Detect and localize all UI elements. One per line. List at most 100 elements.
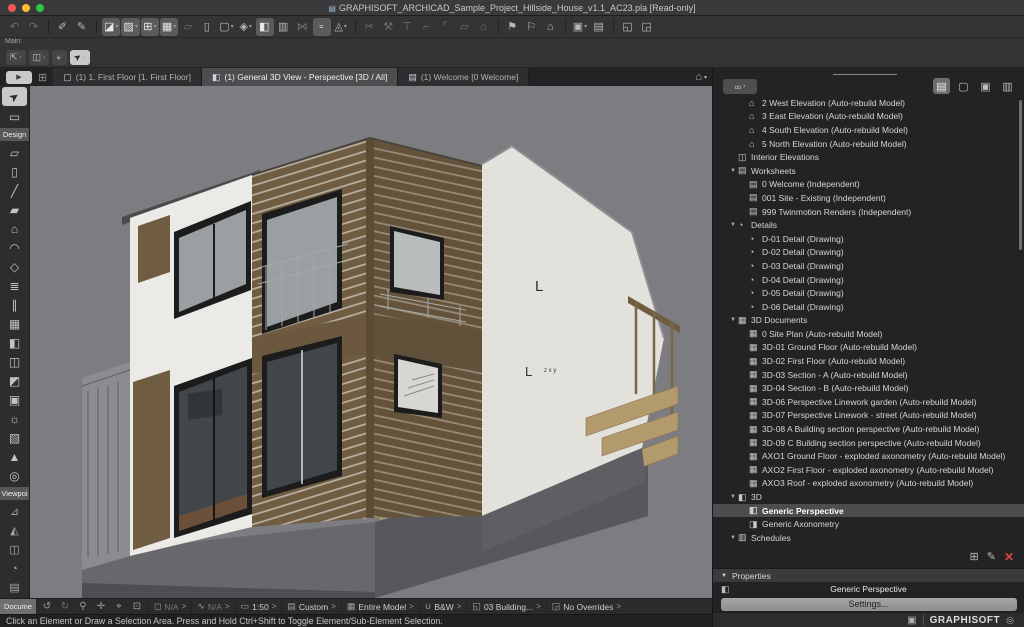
railing-tool[interactable]: ∥ bbox=[0, 295, 29, 314]
tree-item[interactable]: ◔ D-03 Detail (Drawing) bbox=[713, 259, 1024, 273]
expander-icon[interactable]: ▼ bbox=[728, 535, 738, 541]
toolbar-button[interactable] bbox=[613, 20, 614, 34]
elevation-tool[interactable]: ◭ bbox=[0, 521, 29, 540]
marquee-toggle-button[interactable]: ▨▾ bbox=[121, 18, 139, 36]
base-level-icon[interactable]: ⌂ bbox=[475, 18, 493, 36]
quick-option-pen-color[interactable]: ∪B&W> bbox=[419, 601, 467, 613]
window-tool[interactable]: ◫ bbox=[0, 352, 29, 371]
zone-tool[interactable]: ▧ bbox=[0, 428, 29, 447]
column-tool[interactable]: ▯ bbox=[0, 162, 29, 181]
quick-option-line[interactable]: ∿N/A> bbox=[191, 601, 234, 613]
tree-item[interactable]: ▦ AXO3 Roof - exploded axonometry (Auto-… bbox=[713, 477, 1024, 491]
tree-item[interactable]: ▼ ◔ Details bbox=[713, 218, 1024, 232]
tree-item[interactable]: ▦ 3D-03 Section - A (Auto-rebuild Model) bbox=[713, 368, 1024, 382]
document-section-label[interactable]: Docume bbox=[0, 599, 36, 615]
chamfer-icon[interactable]: ⌜ bbox=[437, 18, 455, 36]
quad-view-icon[interactable]: ⊞ bbox=[38, 71, 47, 84]
tree-item[interactable]: ⌂ 3 East Elevation (Auto-rebuild Model) bbox=[713, 110, 1024, 124]
tree-item[interactable]: ◫ Interior Elevations bbox=[713, 150, 1024, 164]
renovation-filter-button[interactable]: ◧ bbox=[256, 18, 274, 36]
lamp-tool[interactable]: ☼ bbox=[0, 409, 29, 428]
tab-first-floor[interactable]: ▢(1) 1. First Floor [1. First Floor] bbox=[53, 68, 202, 86]
tree-item[interactable]: ▤ 001 Site - Existing (Independent) bbox=[713, 191, 1024, 205]
tab-overflow-home-icon[interactable]: ⌂ bbox=[695, 71, 702, 83]
toolbar-button[interactable] bbox=[498, 20, 499, 34]
curtain-wall-tool[interactable]: ▦ bbox=[0, 314, 29, 333]
tree-item[interactable]: ⌂ 5 North Elevation (Auto-rebuild Model) bbox=[713, 137, 1024, 151]
element-snap-icon[interactable]: ▯ bbox=[198, 18, 216, 36]
worksheet-tool[interactable]: ▤ bbox=[0, 578, 29, 597]
quick-option-pen-set[interactable]: ▤Custom> bbox=[281, 601, 340, 613]
toolbar-button[interactable] bbox=[565, 20, 566, 34]
skylight-tool[interactable]: ◩ bbox=[0, 371, 29, 390]
door-tool[interactable]: ◧ bbox=[0, 333, 29, 352]
zoom-icon[interactable]: ⚲ bbox=[74, 598, 92, 614]
tree-item[interactable]: ▦ 3D-01 Ground Floor (Auto-rebuild Model… bbox=[713, 341, 1024, 355]
opening-tool[interactable]: ◎ bbox=[0, 466, 29, 485]
gravity-icon[interactable]: ▱ bbox=[179, 18, 197, 36]
viewpoint-section-label[interactable]: Viewpoi bbox=[0, 487, 29, 500]
tree-item[interactable]: ▦ 3D-04 Section - B (Auto-rebuild Model) bbox=[713, 381, 1024, 395]
undo-icon[interactable]: ↶ bbox=[6, 18, 24, 36]
shell-tool[interactable]: ◠ bbox=[0, 238, 29, 257]
tree-item[interactable]: ▼ ▦ 3D Documents bbox=[713, 314, 1024, 328]
project-map-icon[interactable]: ▤ bbox=[933, 78, 950, 94]
layout-book-icon[interactable]: ▣ bbox=[977, 78, 994, 94]
marquee-area-button[interactable]: ▫ bbox=[313, 18, 331, 36]
tree-scrollbar[interactable] bbox=[1019, 100, 1022, 250]
tree-item[interactable]: ▼ ▥ Schedules bbox=[713, 531, 1024, 545]
toolbar-button[interactable] bbox=[96, 20, 97, 34]
camera-button[interactable]: ▣▾ bbox=[571, 18, 589, 36]
properties-header[interactable]: ▼ Properties bbox=[713, 568, 1024, 582]
tree-item[interactable]: ▼ ◧ 3D bbox=[713, 490, 1024, 504]
tree-item[interactable]: ⌂ 4 South Elevation (Auto-rebuild Model) bbox=[713, 123, 1024, 137]
flag-outline-icon[interactable]: ⚐ bbox=[523, 18, 541, 36]
resize-icon[interactable]: ▱ bbox=[456, 18, 474, 36]
note-icon[interactable]: ✎ bbox=[987, 550, 996, 563]
stair-tool[interactable]: ≣ bbox=[0, 276, 29, 295]
quick-layers-button[interactable]: ⇱› bbox=[6, 50, 26, 65]
close-icon[interactable]: ✕ bbox=[1004, 550, 1014, 564]
pick-up-parameters-icon[interactable]: ✐ bbox=[54, 18, 72, 36]
tree-item[interactable]: ▦ 3D-07 Perspective Linework - street (A… bbox=[713, 409, 1024, 423]
expander-icon[interactable]: ▼ bbox=[728, 222, 738, 228]
publisher-icon[interactable]: ▥ bbox=[999, 78, 1016, 94]
navigator-link-button[interactable]: ∞ › bbox=[723, 79, 757, 94]
ruler-icon[interactable]: ▥ bbox=[275, 18, 293, 36]
save-current-view-icon[interactable]: ⊞ bbox=[970, 550, 979, 563]
view-map-icon[interactable]: ▢ bbox=[955, 78, 972, 94]
tree-item[interactable]: ▼ ▤ Worksheets bbox=[713, 164, 1024, 178]
fillet-icon[interactable]: ⌐ bbox=[418, 18, 436, 36]
tree-item[interactable]: ⌂ 2 West Elevation (Auto-rebuild Model) bbox=[713, 96, 1024, 110]
morph-tool[interactable]: ◇ bbox=[0, 257, 29, 276]
float-panel-icon[interactable]: ▣ bbox=[907, 615, 916, 626]
tree-item[interactable]: ▦ 3D-08 A Building section perspective (… bbox=[713, 422, 1024, 436]
tab-overflow-caret-icon[interactable]: ▾ bbox=[704, 74, 707, 81]
arrow-tool-button[interactable]: ➤› bbox=[70, 50, 90, 65]
split-icon[interactable]: ✂ bbox=[361, 18, 379, 36]
trim-icon[interactable]: ⊤ bbox=[399, 18, 417, 36]
cutaway-3d-button[interactable]: ◬▾ bbox=[332, 18, 350, 36]
add-button[interactable]: + bbox=[52, 50, 67, 65]
section-tool[interactable]: ⊿ bbox=[0, 502, 29, 521]
panel-drag-handle[interactable] bbox=[833, 74, 897, 75]
quick-option-layer[interactable]: ◻N/A> bbox=[148, 601, 191, 613]
collapse-icon[interactable]: ▼ bbox=[721, 573, 727, 579]
detail-tool[interactable]: ◔ bbox=[0, 559, 29, 578]
tree-item[interactable]: ◔ D-04 Detail (Drawing) bbox=[713, 273, 1024, 287]
toolbar-button[interactable] bbox=[355, 20, 356, 34]
tab-3d-perspective[interactable]: ◧(1) General 3D View - Perspective [3D /… bbox=[202, 68, 398, 86]
tree-item[interactable]: ◨ Generic Axonometry bbox=[713, 517, 1024, 531]
tree-item[interactable]: ▦ 3D-09 C Building section perspective (… bbox=[713, 436, 1024, 450]
select-tool[interactable]: ➤ bbox=[2, 87, 27, 106]
guide-lines-button[interactable]: ▦▾ bbox=[160, 18, 178, 36]
3d-viewport[interactable]: L L z x y bbox=[30, 86, 712, 598]
tree-item[interactable]: ▤ 0 Welcome (Independent) bbox=[713, 178, 1024, 192]
pan-icon[interactable]: ✛ bbox=[92, 598, 110, 614]
tab-welcome[interactable]: ▤(1) Welcome [0 Welcome] bbox=[398, 68, 529, 86]
tree-item[interactable]: ▦ 3D-06 Perspective Linework garden (Aut… bbox=[713, 395, 1024, 409]
quick-option-model-filter[interactable]: ▦Entire Model> bbox=[341, 601, 419, 613]
tree-item[interactable]: ▦ 3D-02 First Floor (Auto-rebuild Model) bbox=[713, 354, 1024, 368]
expander-icon[interactable]: ▼ bbox=[728, 317, 738, 323]
link-icon[interactable]: ◱ bbox=[619, 18, 637, 36]
